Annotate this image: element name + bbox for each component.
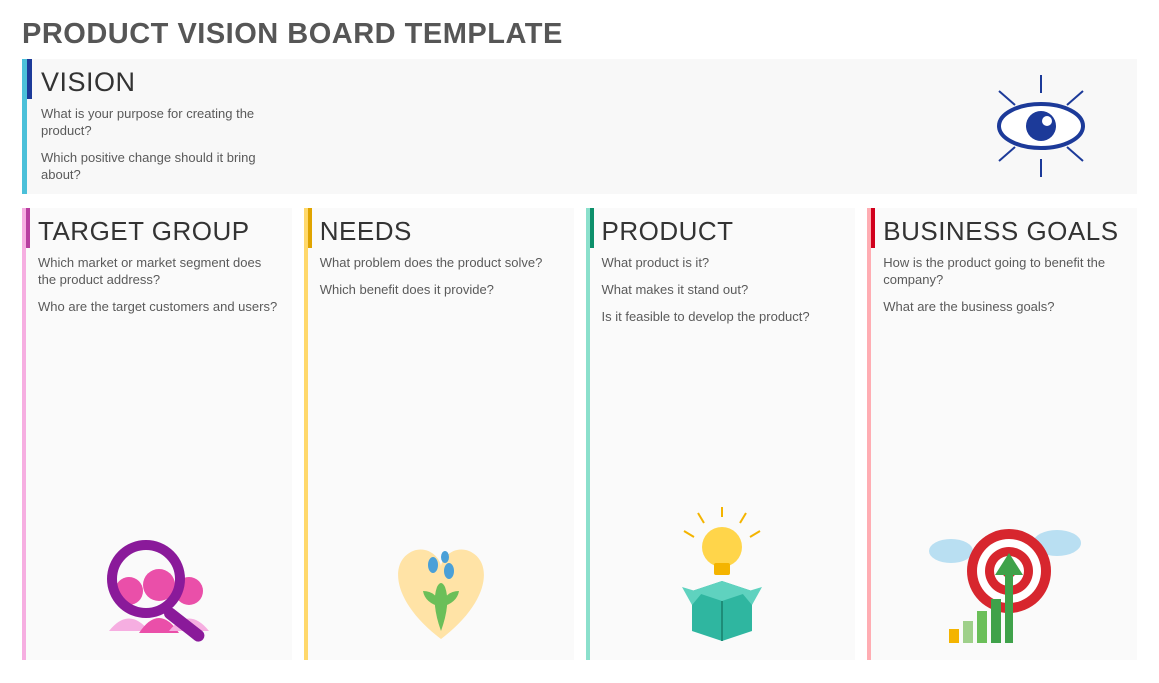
- product-prompt-1: What product is it?: [602, 255, 844, 272]
- target-group-icon: [84, 521, 234, 656]
- product-prompt-2: What makes it stand out?: [602, 282, 844, 299]
- vision-prompt-2: Which positive change should it bring ab…: [41, 150, 293, 184]
- goals-prompt-2: What are the business goals?: [883, 299, 1125, 316]
- accent-bar: [27, 59, 32, 99]
- vision-card: VISION What is your purpose for creating…: [22, 59, 1137, 194]
- product-card: PRODUCT What product is it? What makes i…: [586, 208, 856, 660]
- business-goals-icon: [919, 511, 1089, 656]
- accent-bar: [590, 208, 594, 248]
- vision-prompt-1: What is your purpose for creating the pr…: [41, 106, 293, 140]
- needs-title: NEEDS: [320, 216, 562, 247]
- accent-bar: [308, 208, 312, 248]
- needs-prompt-1: What problem does the product solve?: [320, 255, 562, 272]
- needs-card: NEEDS What problem does the product solv…: [304, 208, 574, 660]
- eye-icon: [981, 71, 1101, 186]
- target-group-card: TARGET GROUP Which market or market segm…: [22, 208, 292, 660]
- product-prompt-3: Is it feasible to develop the product?: [602, 309, 844, 326]
- accent-bar: [26, 208, 30, 248]
- target-prompt-2: Who are the target customers and users?: [38, 299, 280, 316]
- product-title: PRODUCT: [602, 216, 844, 247]
- target-title: TARGET GROUP: [38, 216, 280, 247]
- vision-title: VISION: [41, 67, 293, 98]
- needs-icon: [371, 521, 511, 656]
- business-goals-card: BUSINESS GOALS How is the product going …: [867, 208, 1137, 660]
- product-icon: [652, 501, 792, 656]
- needs-prompt-2: Which benefit does it provide?: [320, 282, 562, 299]
- goals-title: BUSINESS GOALS: [883, 216, 1125, 247]
- accent-bar: [871, 208, 875, 248]
- goals-prompt-1: How is the product going to benefit the …: [883, 255, 1125, 289]
- target-prompt-1: Which market or market segment does the …: [38, 255, 280, 289]
- page-title: PRODUCT VISION BOARD TEMPLATE: [22, 18, 1137, 51]
